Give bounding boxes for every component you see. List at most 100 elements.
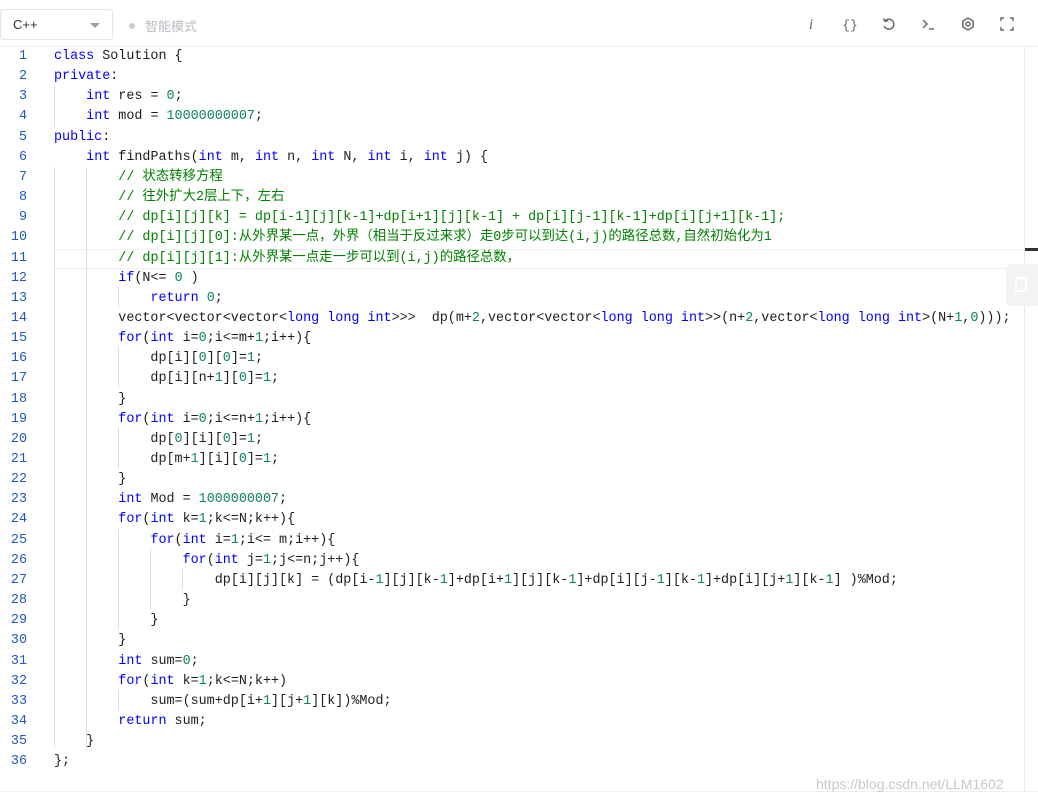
code-text: sum=(sum+dp[i+1][j+1][k])%Mod; xyxy=(54,693,392,709)
line-number: 23 xyxy=(10,492,27,508)
code-text: // dp[i][j][k] = dp[i-1][j][k-1]+dp[i+1]… xyxy=(118,210,786,226)
code-text: int mod = 10000000007; xyxy=(86,109,263,125)
code-line[interactable]: 11 // dp[i][j][1]:从外界某一点走一步可以到(i,j)的路径总数… xyxy=(0,249,1024,269)
terminal-icon xyxy=(922,19,934,30)
braces-icon: {} xyxy=(842,18,858,33)
code-text: for(int i=0;i<=n+1;i++){ xyxy=(118,411,312,427)
code-text: // 往外扩大2层上下，左右 xyxy=(118,190,285,206)
undo-icon xyxy=(882,18,895,30)
settings-icon xyxy=(962,17,974,31)
code-line[interactable]: 5 public: xyxy=(0,128,1024,148)
line-number: 34 xyxy=(10,713,27,729)
code-line[interactable]: 24 for(int k=1;k<=N;k++){ xyxy=(0,510,1024,530)
code-line[interactable]: 2 private: xyxy=(0,67,1024,87)
code-line[interactable]: 18 } xyxy=(0,390,1024,410)
info-icon: i xyxy=(808,17,814,33)
line-number: 4 xyxy=(18,109,27,125)
code-text: dp[i][n+1][0]=1; xyxy=(54,371,280,387)
info-button[interactable]: i xyxy=(799,12,823,36)
line-number: 15 xyxy=(10,331,27,347)
code-line[interactable]: 19 for(int i=0;i<=n+1;i++){ xyxy=(0,410,1024,430)
line-number: 29 xyxy=(10,613,27,629)
code-line[interactable]: 4 int mod = 10000000007; xyxy=(0,107,1024,127)
code-text: for(int j=1;j<=n;j++){ xyxy=(182,552,360,568)
side-panel-tab[interactable] xyxy=(1006,264,1038,306)
code-line[interactable]: 32 for(int k=1;k<=N;k++) xyxy=(0,672,1024,692)
code-line[interactable]: 30 } xyxy=(0,631,1024,651)
code-editor[interactable]: 1 class Solution {2 private: 3 int res = 0;… xyxy=(0,47,1024,791)
code-line[interactable]: 15 for(int i=0;i<=m+1;i++){ xyxy=(0,329,1024,349)
code-text: return 0; xyxy=(150,290,223,306)
code-line[interactable]: 7 // 状态转移方程 xyxy=(0,168,1024,188)
line-number: 5 xyxy=(18,129,27,145)
code-line[interactable]: 28 } xyxy=(0,591,1024,611)
code-line[interactable]: 21 dp[m+1][i][0]=1; xyxy=(0,450,1024,470)
line-number: 16 xyxy=(10,351,27,367)
line-number: 2 xyxy=(18,69,27,85)
line-number: 6 xyxy=(18,149,27,165)
line-number: 3 xyxy=(18,89,27,105)
code-line[interactable]: 26 for(int j=1;j<=n;j++){ xyxy=(0,551,1024,571)
vertical-scrollbar[interactable] xyxy=(1024,47,1038,791)
code-line[interactable]: 1 class Solution { xyxy=(0,47,1024,67)
code-line[interactable]: 27 dp[i][j][k] = (dp[i-1][j][k-1]+dp[i+1… xyxy=(0,571,1024,591)
format-button[interactable]: {} xyxy=(838,12,862,36)
line-number: 33 xyxy=(10,693,27,709)
code-line[interactable]: 8 // 往外扩大2层上下，左右 xyxy=(0,188,1024,208)
smart-mode-label: 智能模式 xyxy=(145,19,198,34)
line-number: 21 xyxy=(10,452,27,467)
code-line[interactable]: 13 return 0; xyxy=(0,289,1024,309)
line-number: 32 xyxy=(10,673,27,689)
code-text: } xyxy=(54,391,127,407)
fullscreen-button[interactable] xyxy=(995,12,1019,36)
code-line[interactable]: 36}; xyxy=(0,752,1024,772)
line-number: 8 xyxy=(18,190,27,206)
settings-button[interactable] xyxy=(956,12,980,36)
watermark: https://blog.csdn.net/LLM1602 xyxy=(816,776,1004,792)
smart-mode-toggle[interactable]: 智能模式 xyxy=(129,16,197,35)
editor-toolbar: C++ 智能模式 i {} xyxy=(0,0,1038,47)
editor-bottom-border xyxy=(0,791,1038,803)
code-line[interactable]: 33 sum=(sum+dp[i+1][j+1][k])%Mod; xyxy=(0,692,1024,712)
code-line[interactable]: 16 dp[i][0][0]=1; xyxy=(0,349,1024,369)
console-button[interactable] xyxy=(916,12,940,36)
code-text: } xyxy=(54,593,191,609)
code-line[interactable]: 17 dp[i][n+1][0]=1; xyxy=(0,369,1024,389)
line-number: 22 xyxy=(10,472,27,488)
code-line[interactable]: 35 } xyxy=(0,732,1024,752)
line-number: 13 xyxy=(10,290,27,306)
line-number: 20 xyxy=(10,431,27,447)
code-line[interactable]: 23 int Mod = 1000000007; xyxy=(0,490,1024,510)
line-number: 26 xyxy=(10,552,27,568)
scroll-position-marker[interactable] xyxy=(1025,248,1038,251)
code-line[interactable]: 20 dp[0][i][0]=1; xyxy=(0,430,1024,450)
code-text: int sum=0; xyxy=(118,653,199,669)
code-line[interactable]: 12 if(N<= 0 ) xyxy=(0,269,1024,289)
code-line[interactable]: 6 int findPaths(int m, int n, int N, int… xyxy=(0,148,1024,168)
reset-button[interactable] xyxy=(877,12,901,36)
line-number: 30 xyxy=(10,633,27,649)
code-line[interactable]: 10 // dp[i][j][0]:从外界某一点，外界（相当于反过来求）走0步可… xyxy=(0,228,1024,248)
line-number: 35 xyxy=(10,734,27,750)
code-line[interactable]: 34 return sum; xyxy=(0,712,1024,732)
language-select[interactable]: C++ xyxy=(0,9,113,40)
code-line[interactable]: 14 vector<vector<vector<long long int>>>… xyxy=(0,309,1024,329)
line-number: 28 xyxy=(10,593,27,609)
code-text: public: xyxy=(54,129,111,145)
line-number: 12 xyxy=(10,270,27,286)
code-line[interactable]: 25 for(int i=1;i<= m;i++){ xyxy=(0,531,1024,551)
code-line[interactable]: 3 int res = 0; xyxy=(0,87,1024,107)
code-line[interactable]: 9 // dp[i][j][k] = dp[i-1][j][k-1]+dp[i+… xyxy=(0,208,1024,228)
code-text: dp[i][j][k] = (dp[i-1][j][k-1]+dp[i+1][j… xyxy=(54,572,898,588)
code-line[interactable]: 22 } xyxy=(0,470,1024,490)
code-line[interactable]: 29 } xyxy=(0,611,1024,631)
code-text: for(int i=0;i<=m+1;i++){ xyxy=(118,331,312,347)
code-text: int findPaths(int m, int n, int N, int i… xyxy=(86,149,489,165)
code-text: dp[0][i][0]=1; xyxy=(54,431,263,447)
code-line[interactable]: 31 int sum=0; xyxy=(0,652,1024,672)
line-number: 24 xyxy=(10,512,27,528)
code-text: for(int k=1;k<=N;k++) xyxy=(118,673,288,689)
line-number: 11 xyxy=(10,250,27,266)
fullscreen-icon xyxy=(1000,17,1014,31)
code-text: } xyxy=(54,472,127,488)
